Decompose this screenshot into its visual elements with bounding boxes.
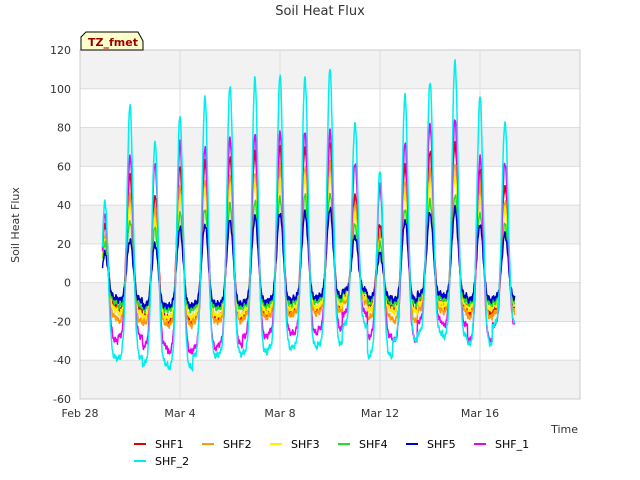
y-tick-label: 60 — [57, 160, 71, 173]
x-tick-label: Feb 28 — [62, 407, 99, 420]
y-tick-label: 40 — [57, 199, 71, 212]
legend-label: SHF3 — [291, 438, 320, 451]
plot-band — [80, 282, 580, 322]
station-badge-text: TZ_fmet — [88, 36, 138, 49]
y-tick-label: -40 — [53, 354, 71, 367]
plot-band — [80, 360, 580, 399]
y-tick-label: 20 — [57, 238, 71, 251]
chart-title: Soil Heat Flux — [275, 4, 365, 19]
x-tick-label: Mar 16 — [461, 407, 499, 420]
y-tick-label: 0 — [64, 277, 71, 290]
x-tick-label: Mar 12 — [361, 407, 399, 420]
legend-label: SHF4 — [359, 438, 388, 451]
y-tick-label: 120 — [50, 44, 71, 57]
y-tick-label: 100 — [50, 83, 71, 96]
legend-label: SHF2 — [223, 438, 252, 451]
x-tick-label: Mar 8 — [264, 407, 295, 420]
station-badge: TZ_fmet — [80, 31, 144, 51]
legend-label: SHF_2 — [155, 455, 189, 468]
legend-label: SHF_1 — [495, 438, 529, 451]
soil-heat-flux-chart: -60 -40 -20 0 20 40 60 80 100 120 Feb 28 Mar 4 Mar … — [0, 0, 640, 480]
y-tick-label: -60 — [53, 393, 71, 406]
legend-label: SHF5 — [427, 438, 456, 451]
y-axis-title: Soil Heat Flux — [9, 187, 22, 263]
legend-label: SHF1 — [155, 438, 184, 451]
x-tick-label: Mar 4 — [164, 407, 195, 420]
x-axis-title: Time — [550, 423, 578, 436]
y-tick-label: -20 — [53, 315, 71, 328]
y-tick-label: 80 — [57, 122, 71, 135]
